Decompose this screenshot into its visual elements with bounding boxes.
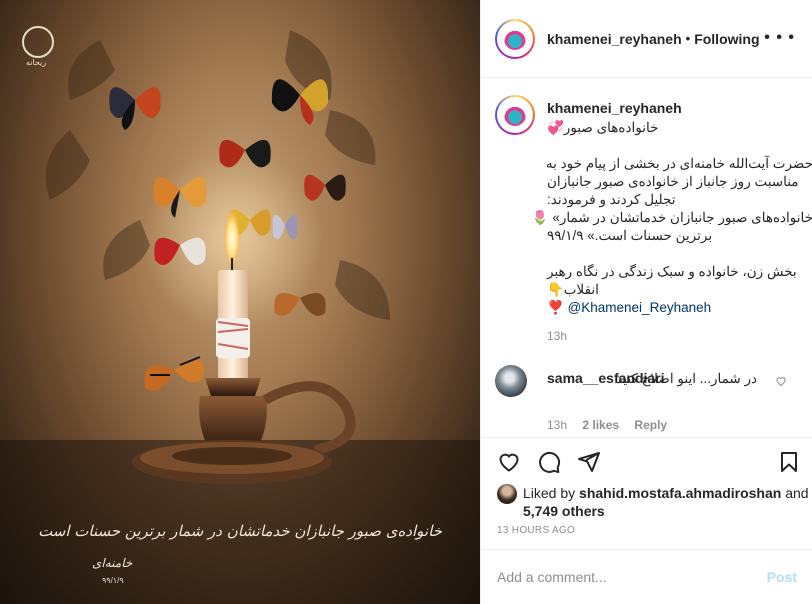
comment-meta: 13h 2 likes Reply (547, 418, 679, 432)
author-username[interactable]: khamenei_reyhaneh (547, 31, 682, 47)
comments-area: khamenei_reyhaneh خانواده‌های صبور💞 حضرت… (481, 79, 812, 437)
caption-line: خانواده‌های صبور💞 (547, 120, 659, 135)
caption-mention-link[interactable]: @Khamenei_Reyhaneh (568, 300, 712, 315)
add-comment-input[interactable] (497, 569, 767, 585)
liked-by-summary: Liked by shahid.mostafa.ahmadiroshan and… (497, 484, 809, 520)
liked-by-prefix: Liked by (523, 485, 580, 501)
liked-by-user[interactable]: shahid.mostafa.ahmadiroshan (579, 485, 781, 501)
following-button[interactable]: Following (694, 31, 759, 47)
caption-line: برترین حسنات است.» ۹۹/۱/۹ (547, 228, 713, 243)
more-options-icon[interactable]: • • • (764, 29, 795, 47)
likes-others-count[interactable]: 5,749 others (523, 503, 605, 519)
comment-text: در شمار... اینو اصلاح کنید (616, 371, 757, 386)
author-avatar[interactable] (495, 18, 535, 59)
post-illustration (0, 30, 480, 604)
liker-avatar[interactable] (497, 484, 517, 504)
like-heart-icon[interactable] (497, 450, 521, 474)
post-time-ago[interactable]: 13 HOURS AGO (497, 525, 575, 536)
image-signature: خامنه‌ای (92, 556, 133, 570)
caption-line: مناسبت روز جانباز از خانواده‌ی صبور جانب… (547, 174, 799, 189)
image-signature-date: ۹۹/۱/۹ (102, 576, 124, 585)
comment-reply-button[interactable]: Reply (634, 418, 667, 432)
caption-mention-line: ❣️ @Khamenei_Reyhaneh (547, 299, 812, 317)
comment-likes[interactable]: 2 likes (582, 418, 619, 432)
comment-like-icon[interactable] (775, 375, 787, 387)
post-sidebar: khamenei_reyhaneh • Following • • • kham… (480, 0, 812, 604)
header-separator: • (685, 31, 691, 46)
post-image[interactable]: ریحانه خانواده‌ی صبور جانبازان خدماتشان … (0, 0, 480, 604)
save-bookmark-icon[interactable] (777, 450, 801, 474)
post-header: khamenei_reyhaneh • Following • • • (481, 0, 812, 78)
share-paper-plane-icon[interactable] (577, 450, 601, 474)
comment-bubble-icon[interactable] (537, 450, 561, 474)
instagram-post-view: ریحانه خانواده‌ی صبور جانبازان خدماتشان … (0, 0, 812, 604)
caption-timestamp[interactable]: 13h (547, 329, 567, 343)
commenter-avatar[interactable] (495, 365, 527, 397)
caption-text: خانواده‌های صبور💞 حضرت آیت‌الله خامنه‌ای… (531, 119, 812, 317)
caption-line: حضرت آیت‌الله خامنه‌ای در بخشی از پیام خ… (545, 156, 812, 171)
image-calligraphy: خانواده‌ی صبور جانبازان خدماتشان در شمار… (38, 522, 442, 540)
caption-username[interactable]: khamenei_reyhaneh (547, 100, 682, 116)
post-actions: Liked by shahid.mostafa.ahmadiroshan and… (481, 437, 812, 537)
caption-line: بخش زن، خانواده و سبک زندگی در نگاه رهبر (547, 264, 797, 279)
caption-line: انقلاب👇 (547, 282, 599, 297)
brand-logo-text: ریحانه (26, 58, 47, 67)
caption-line: خانواده‌های صبور جانبازان خدماتشان در شم… (531, 210, 812, 225)
brand-logo-icon (22, 26, 54, 58)
add-comment-bar: Post (481, 549, 812, 604)
caption-line: تجلیل کردند و فرمودند: (547, 192, 676, 207)
caption-author-avatar[interactable] (495, 95, 535, 135)
post-comment-button[interactable]: Post (767, 569, 797, 585)
comment-timestamp[interactable]: 13h (547, 418, 567, 432)
heart-exclamation-icon: ❣️ (547, 300, 568, 315)
liked-by-and: and (781, 485, 809, 501)
